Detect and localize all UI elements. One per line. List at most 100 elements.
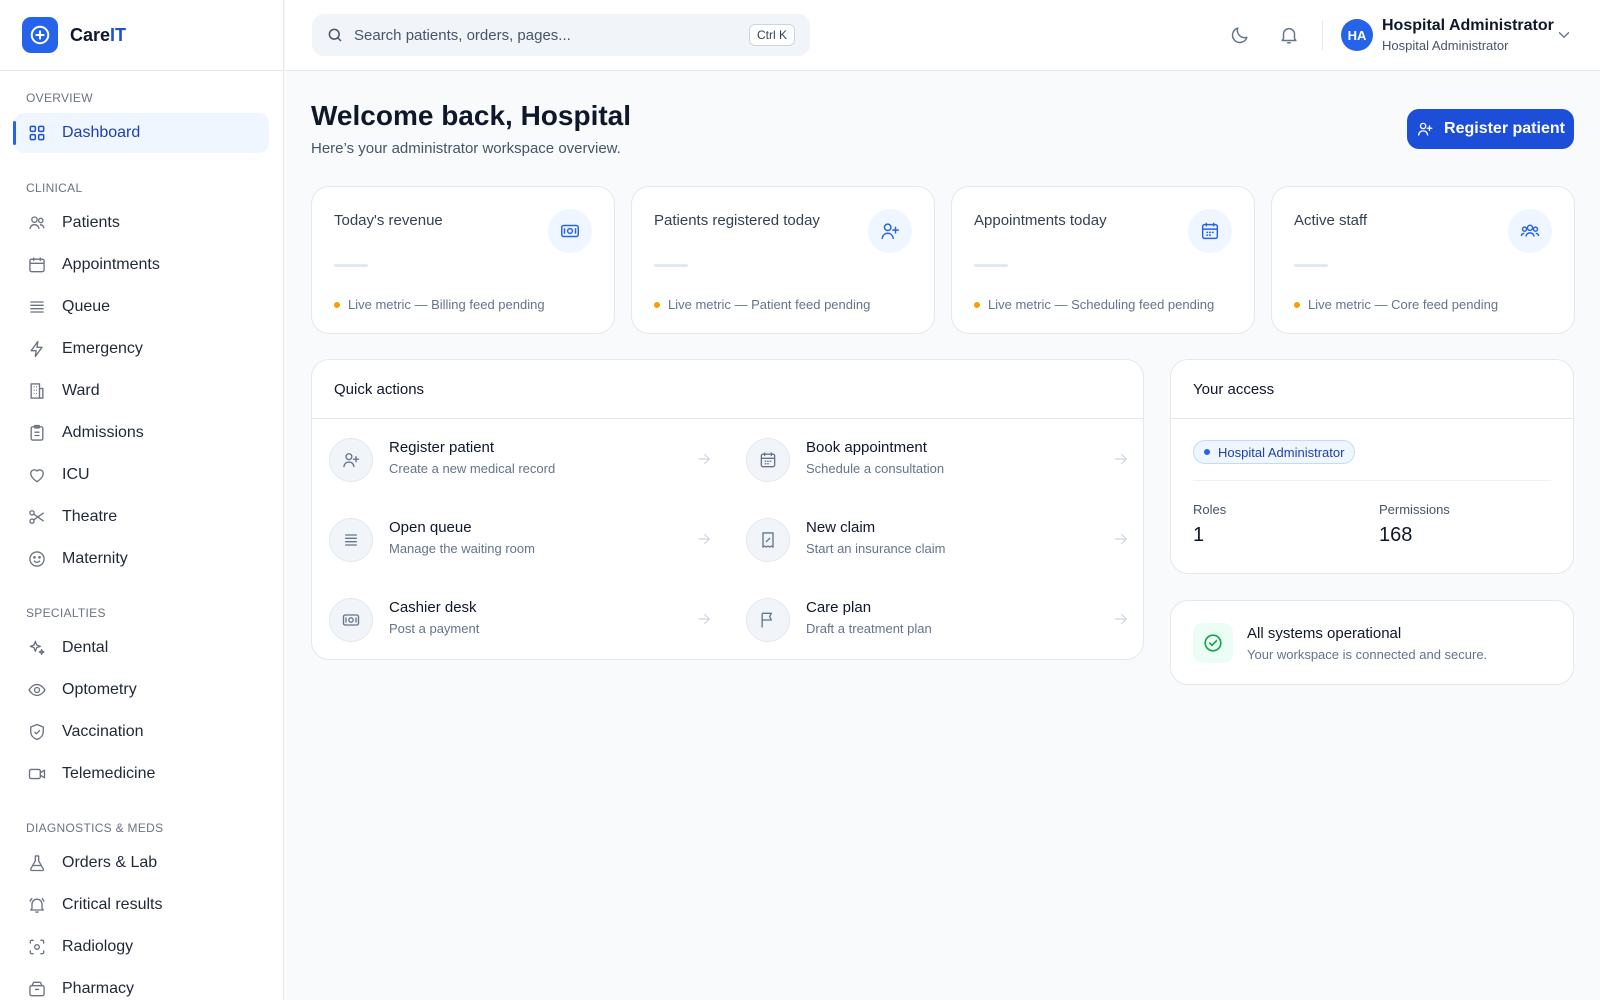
user-role: Hospital Administrator [1382, 38, 1509, 53]
stat-label: Patients registered today [654, 212, 820, 229]
sidebar-item-ward[interactable]: Ward [14, 371, 269, 411]
sidebar-item-pharmacy[interactable]: Pharmacy [14, 969, 269, 1000]
quick-action-desc: Draft a treatment plan [806, 621, 932, 636]
pending-dot [974, 301, 980, 308]
search-input[interactable] [354, 26, 714, 44]
flask-icon [26, 852, 48, 874]
stat-note: Live metric — Billing feed pending [334, 297, 545, 312]
sidebar-nav: OVERVIEW Dashboard CLINICAL Patients App… [0, 71, 283, 1000]
stat-value-placeholder [974, 264, 1008, 267]
quick-action-title: Register patient [389, 439, 495, 456]
sidebar-item-label: Radiology [62, 938, 134, 955]
topbar-divider [1322, 20, 1323, 50]
sidebar-item-label: Dental [62, 639, 109, 656]
quick-action-title: Book appointment [806, 439, 927, 456]
smile-icon [26, 548, 48, 570]
sparkle-icon [26, 637, 48, 659]
sidebar-item-label: Admissions [62, 424, 144, 441]
moon-icon [1229, 24, 1251, 46]
receipt-icon [746, 518, 790, 562]
search-box[interactable]: Ctrl K [312, 14, 810, 56]
topbar: Ctrl K HA Hospital Administrator Hospita… [285, 0, 1600, 71]
check-circle-icon [1193, 623, 1233, 663]
scan-icon [26, 936, 48, 958]
eye-icon [26, 679, 48, 701]
stat-value-placeholder [654, 264, 688, 267]
sidebar-item-queue[interactable]: Queue [14, 287, 269, 327]
register-patient-button[interactable]: Register patient [1407, 109, 1574, 149]
stat-note: Live metric — Scheduling feed pending [974, 297, 1214, 312]
user-name[interactable]: Hospital Administrator [1382, 17, 1554, 35]
sidebar-item-maternity[interactable]: Maternity [14, 539, 269, 579]
stat-note: Live metric — Core feed pending [1294, 297, 1498, 312]
quick-action-title: New claim [806, 519, 876, 536]
roles-label: Roles [1193, 502, 1227, 517]
arrow-right-icon [695, 610, 713, 633]
list-icon [26, 296, 48, 318]
sidebar-item-vaccination[interactable]: Vaccination [14, 712, 269, 752]
sidebar-item-patients[interactable]: Patients [14, 203, 269, 243]
quick-action-desc: Create a new medical record [389, 461, 556, 476]
sidebar-item-label: Appointments [62, 256, 160, 273]
sidebar-item-admissions[interactable]: Admissions [14, 413, 269, 453]
scissors-icon [26, 506, 48, 528]
sidebar-item-label: Patients [62, 214, 120, 231]
sidebar-item-optometry[interactable]: Optometry [14, 670, 269, 710]
team-icon [1508, 209, 1552, 253]
role-badge: Hospital Administrator [1193, 440, 1356, 464]
sidebar-item-label: Dashboard [62, 124, 141, 141]
bolt-icon [26, 338, 48, 360]
sidebar-item-critical-results[interactable]: Critical results [14, 885, 269, 925]
nav-section-overview: OVERVIEW [26, 91, 93, 105]
sidebar-item-theatre[interactable]: Theatre [14, 497, 269, 537]
flag-icon [746, 598, 790, 642]
sidebar-item-label: Emergency [62, 340, 143, 357]
quick-actions-card: Quick actions Register patient Create a … [311, 359, 1144, 660]
sidebar-item-dashboard[interactable]: Dashboard [13, 113, 269, 153]
access-divider [1193, 480, 1551, 481]
quick-action-cashier-desk[interactable]: Cashier desk Post a payment [329, 590, 713, 650]
chevron-down-icon[interactable] [1555, 26, 1573, 49]
sidebar-item-icu[interactable]: ICU [14, 455, 269, 495]
stat-label: Today's revenue [334, 212, 443, 229]
quick-action-book-appointment[interactable]: Book appointment Schedule a consultation [746, 430, 1130, 490]
user-plus-icon [868, 209, 912, 253]
quick-action-title: Open queue [389, 519, 472, 536]
quick-action-care-plan[interactable]: Care plan Draft a treatment plan [746, 590, 1130, 650]
sidebar-item-dental[interactable]: Dental [14, 628, 269, 668]
quick-action-register-patient[interactable]: Register patient Create a new medical re… [329, 430, 713, 490]
brand-logo-icon [22, 17, 58, 53]
sidebar-item-orders-lab[interactable]: Orders & Lab [14, 843, 269, 883]
sidebar-item-label: Ward [62, 382, 100, 399]
sidebar-item-label: Pharmacy [62, 980, 135, 997]
page-subtitle: Here’s your administrator workspace over… [311, 140, 621, 157]
sidebar-item-telemedicine[interactable]: Telemedicine [14, 754, 269, 794]
sidebar-item-emergency[interactable]: Emergency [14, 329, 269, 369]
stat-card-staff: Active staff Live metric — Core feed pen… [1271, 186, 1575, 334]
arrow-right-icon [695, 450, 713, 473]
bell-icon [1278, 24, 1300, 46]
search-shortcut-badge: Ctrl K [749, 24, 795, 46]
avatar[interactable]: HA [1341, 19, 1373, 51]
nav-section-specialties: SPECIALTIES [26, 606, 106, 620]
notifications-button[interactable] [1276, 22, 1302, 48]
heart-icon [26, 464, 48, 486]
user-plus-icon [1416, 120, 1434, 138]
building-icon [26, 380, 48, 402]
quick-action-open-queue[interactable]: Open queue Manage the waiting room [329, 510, 713, 570]
user-plus-icon [329, 438, 373, 482]
sidebar-item-radiology[interactable]: Radiology [14, 927, 269, 967]
arrow-right-icon [1112, 530, 1130, 553]
quick-action-desc: Post a payment [389, 621, 480, 636]
access-title: Your access [1171, 360, 1573, 419]
stat-label: Active staff [1294, 212, 1368, 229]
brand[interactable]: CareIT [0, 0, 283, 71]
stat-value-placeholder [334, 264, 368, 267]
stat-card-patients: Patients registered today Live metric — … [631, 186, 935, 334]
sidebar-item-appointments[interactable]: Appointments [14, 245, 269, 285]
permissions-label: Permissions [1379, 502, 1450, 517]
dark-mode-toggle[interactable] [1227, 22, 1253, 48]
status-title: All systems operational [1247, 625, 1402, 642]
stat-label: Appointments today [974, 212, 1107, 229]
quick-action-new-claim[interactable]: New claim Start an insurance claim [746, 510, 1130, 570]
